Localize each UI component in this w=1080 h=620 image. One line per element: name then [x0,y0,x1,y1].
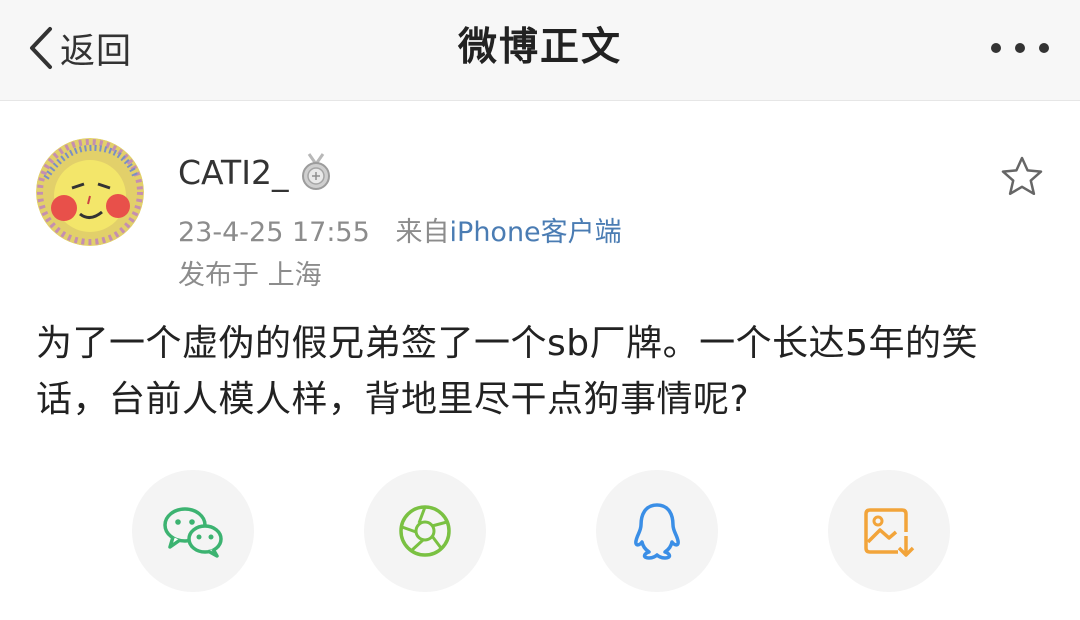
top-nav-bar: 返回 微博正文 [0,0,1080,101]
silver-medal-icon [302,153,331,190]
avatar-image [36,138,144,246]
save-image-icon [864,508,915,557]
more-options-button[interactable] [984,28,1056,68]
page-title: 微博正文 [457,25,622,70]
username[interactable]: CATI2_ [178,153,288,192]
share-moments-button[interactable] [364,470,486,592]
source-prefix: 来自 [395,217,450,248]
moments-icon [399,505,451,557]
wechat-icon [163,507,223,558]
avatar[interactable] [36,138,144,246]
share-qq-button[interactable] [596,470,718,592]
post-author: CATI2_ [178,152,334,192]
more-dots-icon [991,43,1049,53]
post-content: 为了一个虚伪的假兄弟签了一个sb厂牌。一个长达5年的笑话，台前人模人样，背地里尽… [36,323,979,420]
post-time: 23-4-25 17:55 [178,217,370,248]
favorite-button[interactable] [1000,155,1044,197]
source-suffix[interactable]: 客户端 [541,217,622,248]
qq-icon [634,503,680,560]
post-location: 发布于 上海 [178,260,322,291]
post-meta: 23-4-25 17:55 来自iPhone客户端 [178,210,622,249]
source-link[interactable]: iPhone [450,217,541,248]
share-bar [0,470,1080,592]
star-outline-icon [1001,156,1043,196]
save-image-button[interactable] [828,470,950,592]
share-wechat-button[interactable] [132,470,254,592]
